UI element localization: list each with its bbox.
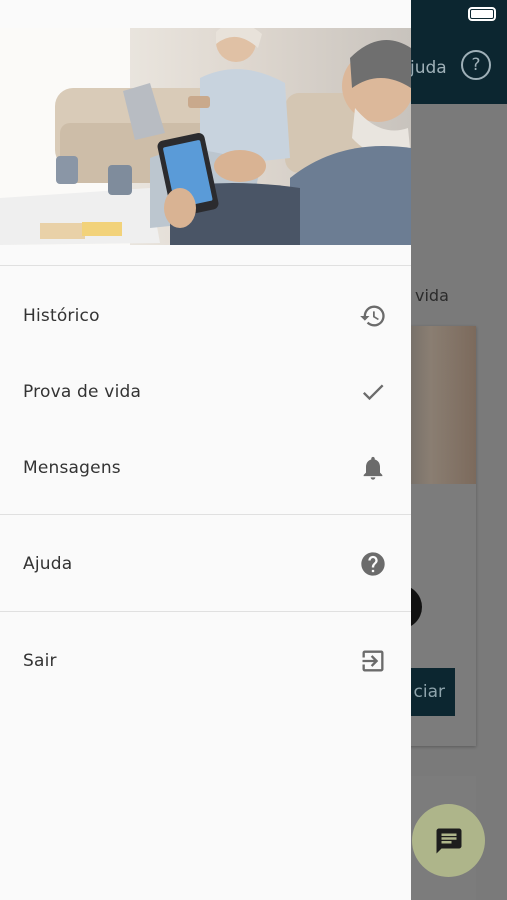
menu-item-label: Ajuda	[23, 554, 73, 574]
help-circle-icon	[358, 549, 388, 579]
menu-item-sair[interactable]: Sair	[0, 623, 411, 699]
divider-middle	[0, 514, 411, 515]
exit-icon	[358, 646, 388, 676]
hero-image	[0, 28, 411, 245]
navigation-drawer: Histórico Prova de vida Mensagens Ajuda …	[0, 0, 411, 900]
chat-fab-button[interactable]	[412, 804, 485, 877]
chat-icon	[436, 828, 461, 853]
question-circle-icon[interactable]: ?	[461, 50, 491, 80]
menu-item-label: Prova de vida	[23, 382, 142, 402]
menu-item-label: Sair	[23, 651, 57, 671]
menu-item-label: Mensagens	[23, 458, 121, 478]
partial-text: vida	[415, 286, 449, 305]
divider-bottom	[0, 611, 411, 612]
elderly-couple-photo	[0, 28, 411, 245]
bell-icon	[358, 453, 388, 483]
menu-item-label: Histórico	[23, 306, 100, 326]
battery-icon	[468, 7, 496, 21]
menu-item-historico[interactable]: Histórico	[0, 278, 411, 354]
divider-top	[0, 265, 411, 266]
card-image	[400, 326, 476, 484]
history-icon	[358, 301, 388, 331]
check-icon	[358, 377, 388, 407]
menu-item-prova-de-vida[interactable]: Prova de vida	[0, 354, 411, 430]
menu-item-mensagens[interactable]: Mensagens	[0, 430, 411, 506]
header-help-label[interactable]: juda	[410, 58, 447, 78]
menu-item-ajuda[interactable]: Ajuda	[0, 526, 411, 602]
